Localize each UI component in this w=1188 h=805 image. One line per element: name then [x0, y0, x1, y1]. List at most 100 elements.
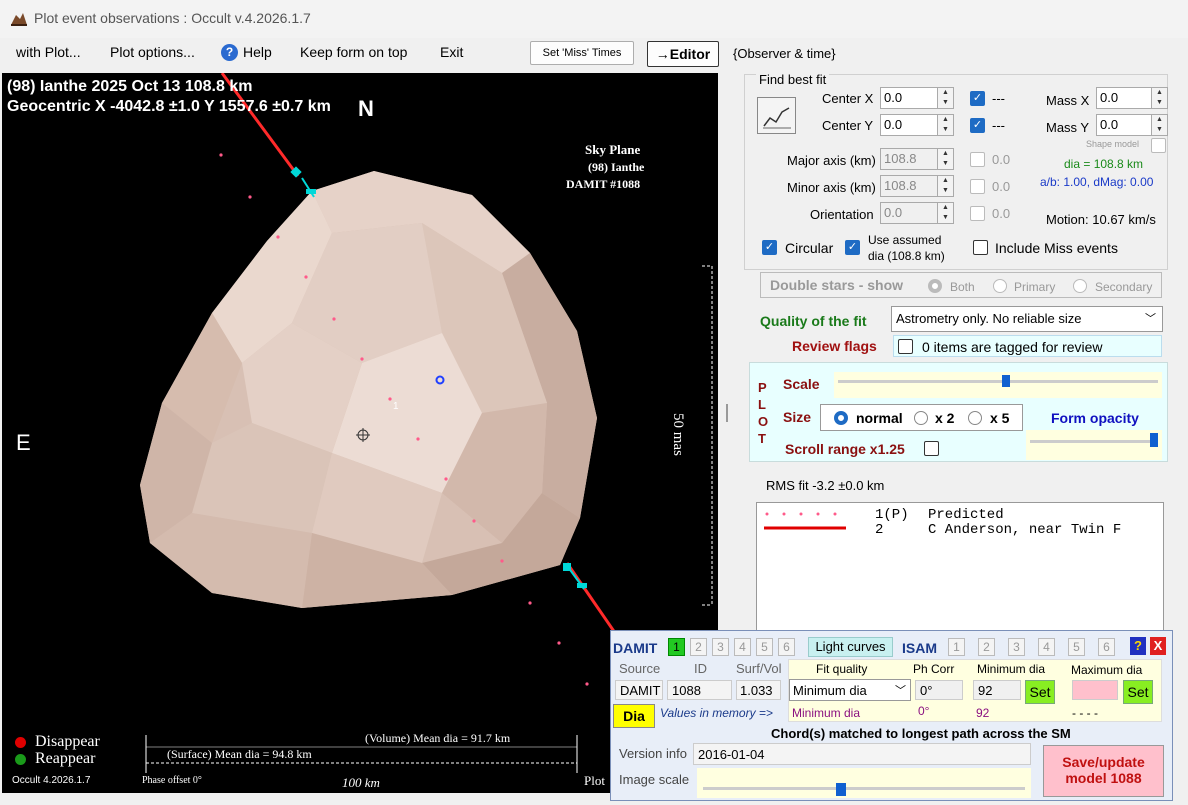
set-min-button[interactable]: Set [1025, 680, 1055, 704]
isam-model-6[interactable]: 6 [1098, 638, 1115, 656]
help-button[interactable]: ? [1130, 637, 1146, 655]
damit-model-5[interactable]: 5 [756, 638, 773, 656]
observer-time-label: {Observer & time} [733, 46, 836, 61]
menu-with-plot[interactable]: with Plot... [16, 44, 81, 60]
version-info-field[interactable]: 2016-01-04 [693, 743, 1031, 765]
memory-max-dia: - - - - [1072, 706, 1098, 720]
isam-model-1[interactable]: 1 [948, 638, 965, 656]
center-y-checkbox[interactable]: ✓ [970, 118, 985, 133]
mas-scale-bar [702, 265, 713, 606]
title-bar: Plot event observations : Occult v.4.202… [0, 0, 1188, 38]
menu-bar: with Plot... Plot options... ? Help Keep… [0, 38, 1188, 70]
size-normal-label: normal [856, 410, 903, 426]
image-scale-slider[interactable] [697, 768, 1031, 798]
plot-letter-l: L [758, 397, 766, 412]
editor-button[interactable]: →Editor [647, 41, 719, 67]
secondary-label: Secondary [1095, 280, 1153, 294]
minor-axis-input[interactable]: 108.8 ▲ ▼ [880, 175, 954, 197]
ph-corr-header: Ph Corr [913, 662, 955, 676]
set-miss-times-button[interactable]: Set 'Miss' Times [530, 41, 634, 65]
orientation-checkbox[interactable] [970, 206, 985, 221]
fit-quality-select[interactable]: Minimum dia ﹀ [789, 679, 911, 701]
version-info-label: Version info [619, 746, 687, 761]
circular-checkbox[interactable]: ✓ [762, 240, 777, 255]
set-max-button[interactable]: Set [1123, 680, 1153, 704]
orientation-label: Orientation [810, 207, 874, 222]
include-miss-label: Include Miss events [995, 240, 1118, 256]
skyplane-label: Sky Plane [585, 142, 641, 157]
damit-model-1[interactable]: 1 [668, 638, 685, 656]
primary-radio[interactable] [993, 279, 1007, 293]
isam-model-4[interactable]: 4 [1038, 638, 1055, 656]
size-x5-radio[interactable] [968, 411, 982, 425]
source-value: DAMIT [615, 680, 663, 700]
light-curves-button[interactable]: Light curves [808, 637, 893, 657]
mass-y-input[interactable]: 0.0 ▲ ▼ [1096, 114, 1168, 136]
menu-keep-on-top[interactable]: Keep form on top [300, 44, 407, 60]
both-radio[interactable] [928, 279, 942, 293]
menu-help[interactable]: Help [243, 44, 272, 60]
surfvol-header: Surf/Vol [736, 661, 782, 676]
image-scale-thumb[interactable] [836, 783, 846, 796]
circular-label: Circular [785, 240, 834, 256]
shape-model-label: Shape model [1086, 139, 1140, 149]
mass-x-input[interactable]: 0.0 ▲ ▼ [1096, 87, 1168, 109]
damit-model-4[interactable]: 4 [734, 638, 751, 656]
primary-label: Primary [1014, 280, 1056, 294]
menu-plot-options[interactable]: Plot options... [110, 44, 195, 60]
chord-row-name: Predicted [928, 507, 1004, 523]
memory-ph-corr: 0° [918, 704, 930, 718]
scale-slider[interactable] [834, 372, 1162, 398]
id-header: ID [694, 661, 707, 676]
center-x-input[interactable]: 0.0 ▲ ▼ [880, 87, 954, 109]
fit-chart-icon [763, 107, 791, 129]
scale-slider-thumb[interactable] [1002, 375, 1010, 387]
center-x-checkbox[interactable]: ✓ [970, 91, 985, 106]
help-icon[interactable]: ? [221, 44, 238, 61]
minor-axis-label: Minor axis (km) [787, 180, 876, 195]
orientation-input[interactable]: 0.0 ▲ ▼ [880, 202, 954, 224]
damit-panel: DAMIT 1 2 3 4 5 6 Light curves ISAM 1 2 … [610, 630, 1173, 801]
chord-line-legend [764, 512, 846, 530]
close-button[interactable]: X [1150, 637, 1166, 655]
minor-axis-checkbox[interactable] [970, 179, 985, 194]
use-assumed-checkbox[interactable]: ✓ [845, 240, 860, 255]
shape-model-checkbox[interactable] [1151, 138, 1166, 153]
plot-letter-o: O [758, 414, 769, 429]
center-y-input[interactable]: 0.0 ▲ ▼ [880, 114, 954, 136]
save-update-button[interactable]: Save/update model 1088 [1043, 745, 1164, 797]
splitter-handle[interactable] [726, 404, 728, 422]
menu-exit[interactable]: Exit [440, 44, 463, 60]
damit-model-2[interactable]: 2 [690, 638, 707, 656]
max-dia-value [1072, 680, 1118, 700]
quality-select[interactable]: Astrometry only. No reliable size ﹀ [891, 306, 1163, 332]
disappear-icon [15, 737, 26, 748]
center-x-label: Center X [822, 91, 874, 106]
km-scale-label: 100 km [342, 775, 380, 790]
version-label: Occult 4.2026.1.7 [12, 775, 91, 786]
secondary-radio[interactable] [1073, 279, 1087, 293]
fit-chart-button[interactable] [757, 97, 796, 134]
major-axis-input[interactable]: 108.8 ▲ ▼ [880, 148, 954, 170]
major-axis-label: Major axis (km) [787, 153, 876, 168]
dia-button[interactable]: Dia [613, 704, 655, 728]
isam-model-5[interactable]: 5 [1068, 638, 1085, 656]
opacity-slider-thumb[interactable] [1150, 433, 1158, 447]
fit-quality-header: Fit quality [816, 662, 868, 676]
size-normal-radio[interactable] [834, 411, 848, 425]
size-x2-radio[interactable] [914, 411, 928, 425]
damit-model-6[interactable]: 6 [778, 638, 795, 656]
scroll-range-checkbox[interactable] [924, 441, 939, 456]
both-label: Both [950, 280, 975, 294]
chord-row-num: 2 [875, 522, 884, 538]
include-miss-checkbox[interactable] [973, 240, 988, 255]
review-flags-checkbox[interactable] [898, 339, 913, 354]
isam-model-2[interactable]: 2 [978, 638, 995, 656]
scroll-range-label: Scroll range x1.25 [785, 441, 905, 457]
isam-model-3[interactable]: 3 [1008, 638, 1025, 656]
legend-disappear: Disappear [35, 733, 100, 750]
major-axis-checkbox[interactable] [970, 152, 985, 167]
damit-model-3[interactable]: 3 [712, 638, 729, 656]
form-opacity-slider[interactable] [1026, 430, 1162, 460]
plot-title-line2: Geocentric X -4042.8 ±1.0 Y 1557.6 ±0.7 … [7, 98, 331, 115]
